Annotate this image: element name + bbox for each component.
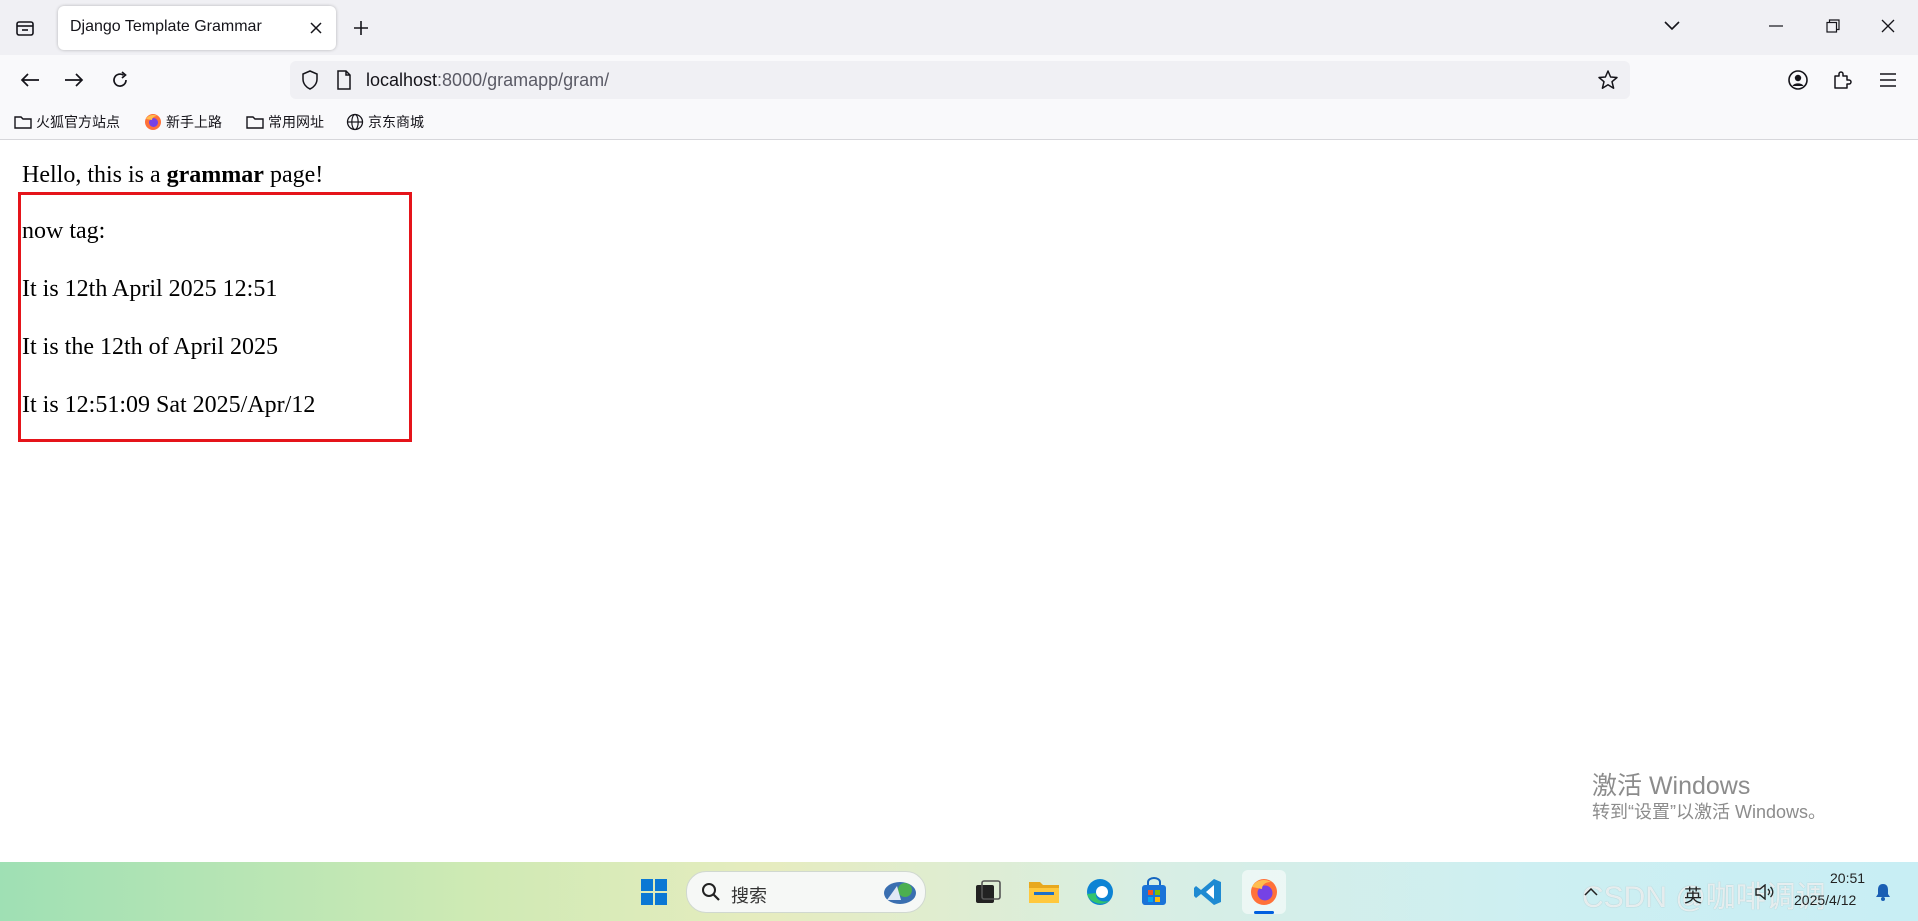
arrow-left-icon xyxy=(20,73,39,87)
notifications-button[interactable] xyxy=(1870,870,1896,914)
heading-prefix: Hello, this is a xyxy=(22,162,167,188)
url-text[interactable]: localhost:8000/gramapp/gram/ xyxy=(366,70,609,91)
menu-button[interactable] xyxy=(1872,64,1904,96)
vscode-button[interactable] xyxy=(1186,870,1230,914)
task-view-button[interactable] xyxy=(966,870,1010,914)
firefox-icon xyxy=(144,113,162,131)
date-line-3: It is 12:51:09 Sat 2025/Apr/12 xyxy=(22,392,316,418)
heading-bold: grammar xyxy=(166,162,264,188)
bookmark-getting-started[interactable]: 新手上路 xyxy=(144,111,222,133)
plus-icon xyxy=(354,21,368,35)
new-tab-button[interactable] xyxy=(347,14,375,42)
active-app-indicator xyxy=(1254,911,1274,914)
url-bar[interactable]: localhost:8000/gramapp/gram/ xyxy=(290,61,1630,99)
show-hidden-icons-button[interactable] xyxy=(1578,870,1604,914)
folder-icon xyxy=(1029,882,1059,903)
tab-list-icon xyxy=(16,21,34,36)
tab-close-button[interactable] xyxy=(306,18,326,38)
chevron-down-icon xyxy=(1664,21,1680,31)
tracking-protection-shield-icon[interactable] xyxy=(298,68,322,92)
clock-date[interactable]: 2025/4/12 xyxy=(1794,892,1856,908)
forward-button[interactable] xyxy=(58,64,90,96)
url-path: :8000/gramapp/gram/ xyxy=(437,70,610,90)
account-icon xyxy=(1788,70,1808,90)
ime-indicator[interactable]: 英 xyxy=(1684,882,1702,908)
bookmark-firefox-official[interactable]: 火狐官方站点 xyxy=(14,111,120,133)
bookmark-label: 京东商城 xyxy=(368,114,424,130)
start-button[interactable] xyxy=(632,870,676,914)
bookmarks-toolbar: 火狐官方站点 新手上路 常用网址 京东商城 xyxy=(0,105,1918,140)
close-icon xyxy=(1881,19,1895,33)
puzzle-icon xyxy=(1834,71,1852,89)
csdn-overlay-watermark: CSDN @咖啡调调 xyxy=(1582,881,1826,914)
minimize-icon xyxy=(1769,25,1783,27)
now-tag-label: now tag: xyxy=(22,218,106,244)
clock-time[interactable]: 20:51 xyxy=(1830,870,1865,886)
restore-button[interactable] xyxy=(1815,10,1851,42)
chevron-up-icon xyxy=(1584,888,1598,896)
account-button[interactable] xyxy=(1782,64,1814,96)
restore-icon xyxy=(1826,19,1840,33)
date-line-2: It is the 12th of April 2025 xyxy=(22,334,278,360)
bookmark-label: 新手上路 xyxy=(166,114,222,130)
search-icon xyxy=(702,883,720,901)
activation-watermark-title: 激活 Windows xyxy=(1592,772,1751,800)
hamburger-menu-icon xyxy=(1880,73,1896,87)
tab-strip: Django Template Grammar xyxy=(0,0,1918,55)
bell-icon xyxy=(1876,884,1890,901)
heading-suffix: page! xyxy=(263,162,324,188)
reload-button[interactable] xyxy=(104,64,136,96)
bookmark-label: 常用网址 xyxy=(268,114,324,130)
file-explorer-button[interactable] xyxy=(1022,870,1066,914)
windows-start-icon xyxy=(641,879,667,905)
close-icon xyxy=(310,22,322,34)
bookmark-star-button[interactable] xyxy=(1596,68,1620,92)
page-info-icon[interactable] xyxy=(332,68,356,92)
list-all-tabs-button[interactable] xyxy=(1654,10,1690,42)
firefox-taskbar-button[interactable] xyxy=(1242,870,1286,914)
close-window-button[interactable] xyxy=(1870,10,1906,42)
tab-list-button[interactable] xyxy=(10,14,40,42)
task-view-icon xyxy=(976,880,1001,903)
firefox-icon xyxy=(1251,879,1277,905)
minimize-button[interactable] xyxy=(1758,10,1794,42)
navigation-toolbar: localhost:8000/gramapp/gram/ xyxy=(0,55,1918,105)
folder-icon xyxy=(246,113,264,131)
microsoft-store-button[interactable] xyxy=(1132,870,1176,914)
back-button[interactable] xyxy=(14,64,46,96)
search-highlight-icon xyxy=(884,882,916,904)
arrow-right-icon xyxy=(65,73,84,87)
volume-button[interactable] xyxy=(1752,870,1778,914)
url-host: localhost xyxy=(366,70,438,90)
star-icon xyxy=(1598,70,1618,89)
taskbar: 搜索 CSDN @咖啡调调 英 20:51 2025/4/12 xyxy=(0,862,1918,921)
extensions-button[interactable] xyxy=(1826,64,1858,96)
speaker-icon xyxy=(1755,884,1774,900)
edge-icon xyxy=(1087,879,1113,905)
page-content: Hello, this is a grammar page! now tag: … xyxy=(0,140,1918,862)
bookmark-common-sites[interactable]: 常用网址 xyxy=(246,111,324,133)
folder-icon xyxy=(14,113,32,131)
tab-django-template-grammar[interactable]: Django Template Grammar xyxy=(58,6,336,50)
search-label: 搜索 xyxy=(731,886,767,906)
page-heading: Hello, this is a grammar page! xyxy=(22,162,323,189)
reload-icon xyxy=(113,71,127,87)
bookmark-jd-mall[interactable]: 京东商城 xyxy=(346,111,424,133)
store-icon xyxy=(1142,877,1166,905)
bookmark-label: 火狐官方站点 xyxy=(36,114,120,130)
taskbar-search[interactable]: 搜索 xyxy=(686,871,926,913)
globe-icon xyxy=(346,113,364,131)
date-line-1: It is 12th April 2025 12:51 xyxy=(22,276,278,302)
edge-browser-button[interactable] xyxy=(1078,870,1122,914)
vscode-icon xyxy=(1194,879,1221,905)
tab-title: Django Template Grammar xyxy=(70,18,262,35)
activation-watermark-subtitle: 转到“设置”以激活 Windows。 xyxy=(1592,802,1827,822)
